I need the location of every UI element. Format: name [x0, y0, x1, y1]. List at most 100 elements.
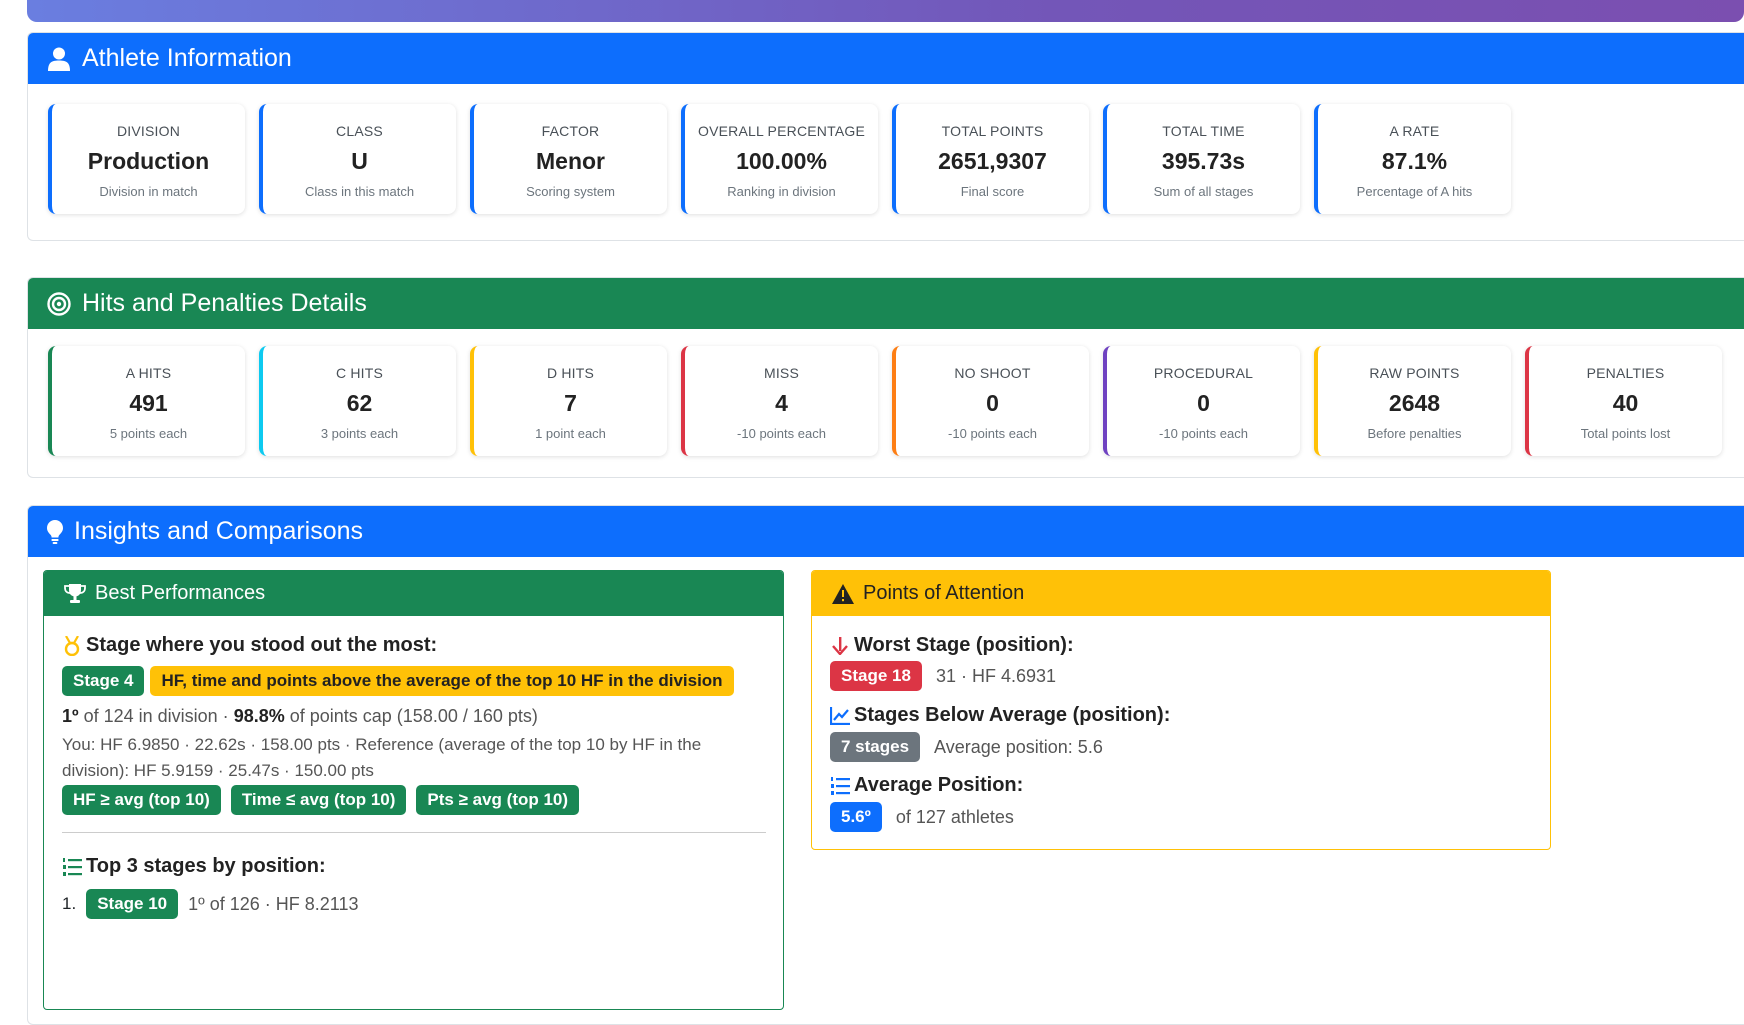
stat-card-sub: 3 points each	[320, 426, 399, 441]
stat-card-total-points: TOTAL POINTS 2651,9307 Final score	[892, 104, 1089, 214]
stat-card-label: A HITS	[125, 365, 172, 381]
stat-card-label: D HITS	[546, 365, 595, 381]
points-attention-card: Points of Attention Worst Stage (positio…	[811, 570, 1551, 850]
worst-row: Stage 18 31 · HF 4.6931	[830, 661, 1056, 691]
top3-heading: Top 3 stages by position:	[62, 855, 326, 878]
top3-title: Top 3 stages by position:	[86, 855, 326, 877]
stat-card-a-rate: A RATE 87.1% Percentage of A hits	[1314, 104, 1511, 214]
points-attention-title: Points of Attention	[863, 582, 1025, 604]
standout-badges: Stage 4 HF, time and points above the av…	[62, 666, 734, 696]
avg-text: of 127 athletes	[895, 806, 1014, 827]
position-line: 1º of 124 in division · 98.8% of points …	[62, 706, 538, 727]
stat-card-value: 2648	[1388, 390, 1441, 416]
stat-card-total-time: TOTAL TIME 395.73s Sum of all stages	[1103, 104, 1300, 214]
chart-line-icon	[830, 706, 850, 726]
top3-stage-badge: Stage 10	[86, 889, 179, 919]
stat-card-d-hits: D HITS 7 1 point each	[470, 346, 667, 456]
stat-card-overall-percentage: OVERALL PERCENTAGE 100.00% Ranking in divi…	[681, 104, 878, 214]
stat-card-value: 100.00%	[736, 148, 827, 174]
stat-card-factor: FACTOR Menor Scoring system	[470, 104, 667, 214]
trophy-icon	[64, 583, 86, 605]
standout-heading: Stage where you stood out the most:	[62, 634, 437, 657]
stat-card-value: Production	[87, 148, 210, 174]
stat-card-label: CLASS	[336, 123, 383, 139]
stat-card-label: C HITS	[335, 365, 384, 381]
divider	[62, 832, 766, 833]
stat-card-value: 40	[1612, 390, 1639, 416]
position-text: of 124 in division ·	[78, 706, 234, 726]
stat-card-sub: Class in this match	[304, 184, 415, 199]
stat-card-label: TOTAL TIME	[1162, 123, 1245, 139]
stat-card-sub: Sum of all stages	[1153, 184, 1254, 199]
stat-card-sub: Before penalties	[1367, 426, 1462, 441]
stat-card-division: DIVISION Production Division in match	[48, 104, 245, 214]
stat-card-value: 491	[129, 390, 168, 416]
points-attention-header: Points of Attention	[812, 571, 1550, 616]
stat-card-sub: Division in match	[99, 184, 198, 199]
worst-heading: Worst Stage (position):	[830, 634, 1074, 657]
hits-title: Hits and Penalties Details	[82, 289, 367, 317]
arrow-down-icon	[830, 636, 850, 656]
athlete-info-header: Athlete Information	[28, 33, 1744, 84]
stat-card-value: 87.1%	[1381, 148, 1448, 174]
stat-card-sub: 5 points each	[109, 426, 188, 441]
top3-item-text: 1º of 126 · HF 8.2113	[188, 893, 359, 914]
stat-card-sub: Final score	[960, 184, 1025, 199]
below-title: Stages Below Average (position):	[854, 704, 1171, 726]
stat-card-value: 0	[1197, 390, 1210, 416]
stat-card-label: PENALTIES	[1586, 365, 1665, 381]
stat-card-sub: -10 points each	[1159, 426, 1248, 441]
you-reference-text: You: HF 6.9850 · 22.62s · 158.00 pts · R…	[62, 735, 702, 780]
best-performances-card: Best Performances Stage where you stood …	[43, 570, 784, 1010]
hits-header: Hits and Penalties Details	[28, 278, 1744, 329]
stat-card-value: U	[351, 148, 368, 174]
stat-card-no-shoot: NO SHOOT 0 -10 points each	[892, 346, 1089, 456]
stat-card-value: 62	[346, 390, 373, 416]
stat-card-sub: 1 point each	[535, 426, 606, 441]
standout-title: Stage where you stood out the most:	[86, 634, 438, 656]
top3-item-number: 1.	[62, 894, 77, 913]
position-strong: 1º	[62, 706, 79, 726]
stat-card-value: 7	[564, 390, 577, 416]
stat-card-value: 2651,9307	[938, 148, 1047, 174]
stat-card-value: 395.73s	[1161, 148, 1246, 174]
stage-4-badge: Stage 4	[62, 666, 145, 696]
pts-compare-badge: Pts ≥ avg (top 10)	[416, 785, 580, 815]
best-performances-title: Best Performances	[95, 582, 266, 604]
user-icon	[46, 46, 72, 72]
avg-position-badge: 5.6º	[830, 802, 882, 832]
highlight-badge: HF, time and points above the average of…	[150, 666, 734, 696]
stat-card-sub: Percentage of A hits	[1356, 184, 1473, 199]
hits-cards: A HITS 491 5 points each C HITS 62 3 points e…	[28, 329, 1744, 456]
cap-text: of points cap (158.00 / 160 pts)	[284, 706, 538, 726]
lightbulb-icon	[46, 519, 64, 545]
list-ol-icon	[830, 776, 850, 796]
stat-card-raw-points: RAW POINTS 2648 Before penalties	[1314, 346, 1511, 456]
below-heading: Stages Below Average (position):	[830, 704, 1170, 727]
stat-card-label: NO SHOOT	[954, 365, 1031, 381]
stat-card-value: 0	[986, 390, 999, 416]
stat-card-label: RAW POINTS	[1369, 365, 1460, 381]
warning-icon	[832, 583, 854, 605]
stat-card-c-hits: C HITS 62 3 points each	[259, 346, 456, 456]
athlete-info-title: Athlete Information	[82, 44, 292, 72]
stat-card-label: A RATE	[1389, 123, 1440, 139]
below-text: Average position: 5.6	[934, 736, 1103, 757]
stat-card-sub: -10 points each	[737, 426, 826, 441]
time-compare-badge: Time ≤ avg (top 10)	[230, 785, 407, 815]
below-stages-badge: 7 stages	[830, 732, 921, 762]
top-banner	[27, 0, 1744, 22]
insights-header: Insights and Comparisons	[28, 506, 1744, 557]
stat-card-label: TOTAL POINTS	[941, 123, 1044, 139]
stat-card-penalties: PENALTIES 40 Total points lost	[1525, 346, 1722, 456]
stat-card-sub: Ranking in division	[727, 184, 836, 199]
stat-card-value: Menor	[536, 148, 605, 174]
below-row: 7 stages Average position: 5.6	[830, 732, 1103, 762]
stat-card-sub: Total points lost	[1580, 426, 1671, 441]
avg-row: 5.6º of 127 athletes	[830, 802, 1014, 832]
stat-card-value: 4	[775, 390, 788, 416]
cap-strong: 98.8%	[233, 706, 285, 726]
stat-card-label: OVERALL PERCENTAGE	[698, 123, 865, 139]
avg-title: Average Position:	[854, 774, 1024, 796]
worst-stage-badge: Stage 18	[830, 661, 922, 691]
